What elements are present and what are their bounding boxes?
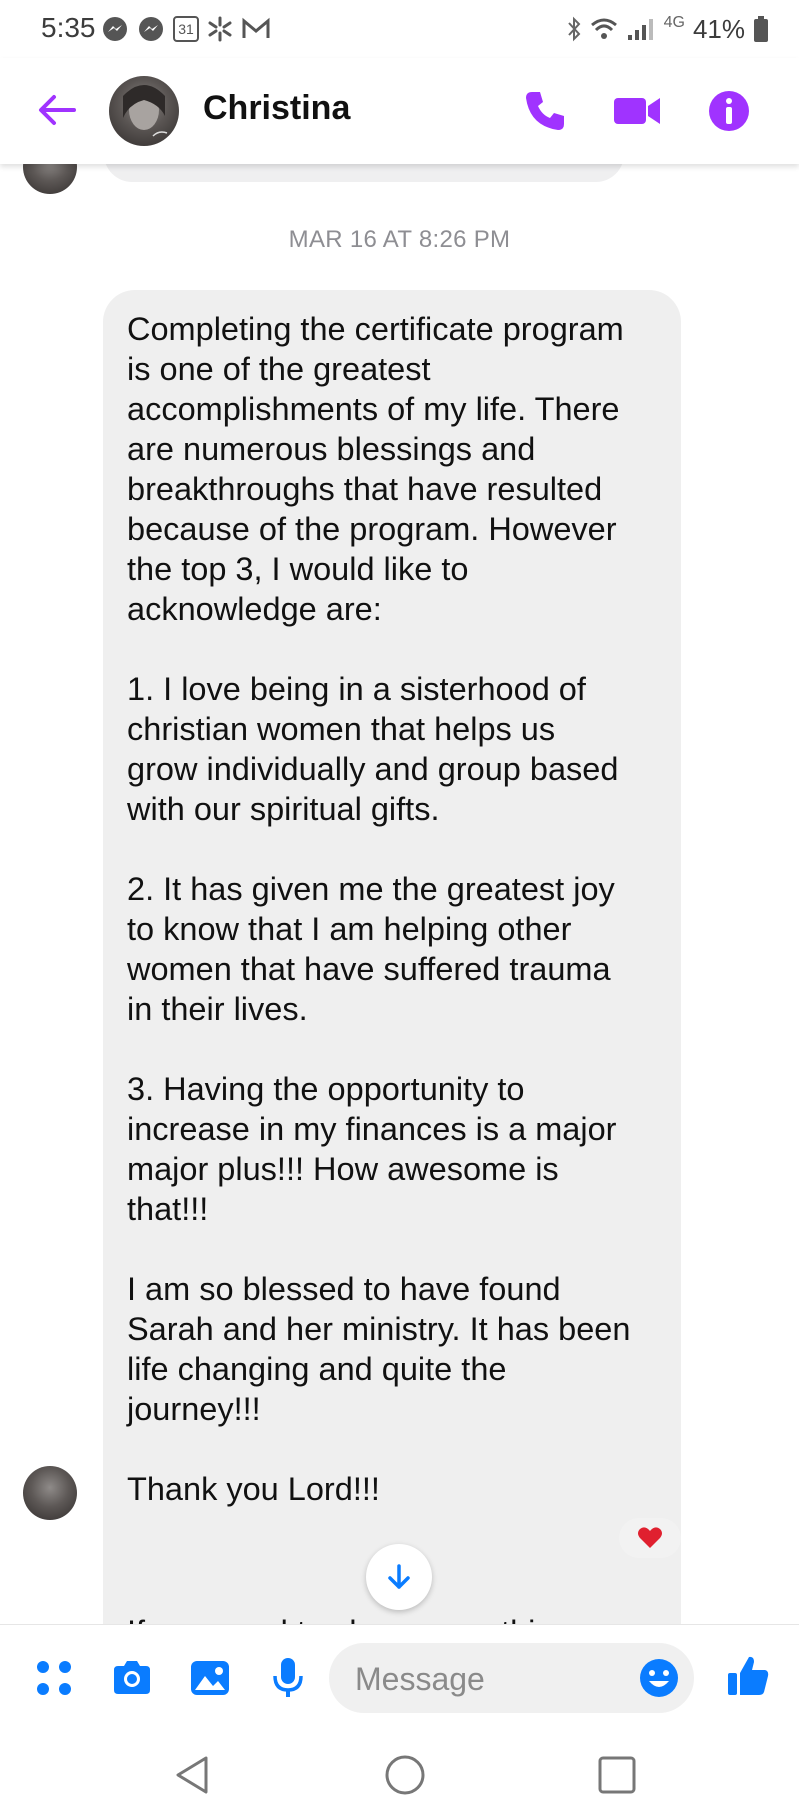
- battery-icon: [754, 16, 768, 42]
- bluetooth-icon: [567, 16, 580, 42]
- messenger-notification-icon: [103, 17, 127, 41]
- messenger-notification-icon-2: [139, 17, 163, 41]
- android-nav-bar: [0, 1730, 799, 1820]
- info-icon[interactable]: [704, 86, 754, 136]
- network-type: 4G: [663, 14, 685, 31]
- previous-message-bubble[interactable]: [104, 164, 624, 182]
- system-icons: 4G 41%: [566, 12, 769, 46]
- home-circle-icon[interactable]: [382, 1752, 428, 1798]
- arrow-down-icon: [388, 1564, 410, 1589]
- heart-icon: [638, 1527, 662, 1548]
- reaction-badge[interactable]: [619, 1518, 681, 1558]
- message-thread[interactable]: MAR 16 AT 8:26 PM Completing the certifi…: [0, 164, 799, 1624]
- wifi-icon: [590, 18, 617, 39]
- avatar-portrait-icon: [123, 85, 168, 137]
- recents-square-icon[interactable]: [594, 1752, 640, 1798]
- camera-icon[interactable]: [110, 1656, 154, 1700]
- gallery-icon[interactable]: [188, 1656, 232, 1700]
- emoji-icon[interactable]: [638, 1657, 680, 1699]
- microphone-icon[interactable]: [266, 1656, 310, 1700]
- message-paragraph: Thank you Lord!!!: [127, 1471, 380, 1507]
- apps-icon[interactable]: [32, 1656, 76, 1700]
- message-timestamp: MAR 16 AT 8:26 PM: [288, 226, 511, 253]
- video-icon[interactable]: [612, 86, 662, 136]
- gmail-icon: [242, 17, 270, 38]
- scroll-to-bottom-button[interactable]: [366, 1544, 432, 1610]
- contact-name[interactable]: Christina: [203, 89, 350, 128]
- thumbs-up-icon[interactable]: [725, 1653, 771, 1699]
- back-triangle-icon[interactable]: [170, 1752, 216, 1798]
- sender-avatar-previous[interactable]: [23, 164, 77, 194]
- message-paragraph: Completing the certificate program is on…: [127, 311, 624, 627]
- message-paragraph: 2. It has given me the greatest joy to k…: [127, 871, 615, 1027]
- battery-percent: 41%: [692, 13, 745, 44]
- sender-avatar[interactable]: [23, 1466, 77, 1520]
- message-paragraph: 3. Having the opportunity to increase in…: [127, 1071, 617, 1227]
- conversation-header: Christina: [0, 58, 799, 164]
- calendar-icon: 31: [173, 16, 199, 42]
- notification-icons: 31: [101, 12, 271, 46]
- message-input-wrapper: [329, 1643, 694, 1715]
- signal-icon: [627, 19, 653, 40]
- walmart-spark-icon: [208, 16, 232, 42]
- message-paragraph: 1. I love being in a sisterhood of chris…: [127, 671, 619, 827]
- status-time: 5:35: [41, 12, 96, 43]
- back-arrow-icon[interactable]: [34, 88, 78, 132]
- contact-avatar[interactable]: [109, 76, 179, 146]
- next-message-text: If you need to change anything: [127, 1614, 572, 1624]
- message-composer: [0, 1624, 799, 1731]
- message-input[interactable]: [353, 1643, 617, 1715]
- status-bar: 5:35 31 4G 41%: [0, 0, 799, 58]
- message-bubble[interactable]: Completing the certificate program is on…: [103, 290, 681, 1624]
- message-paragraph: I am so blessed to have found Sarah and …: [127, 1271, 631, 1427]
- phone-icon[interactable]: [520, 86, 570, 136]
